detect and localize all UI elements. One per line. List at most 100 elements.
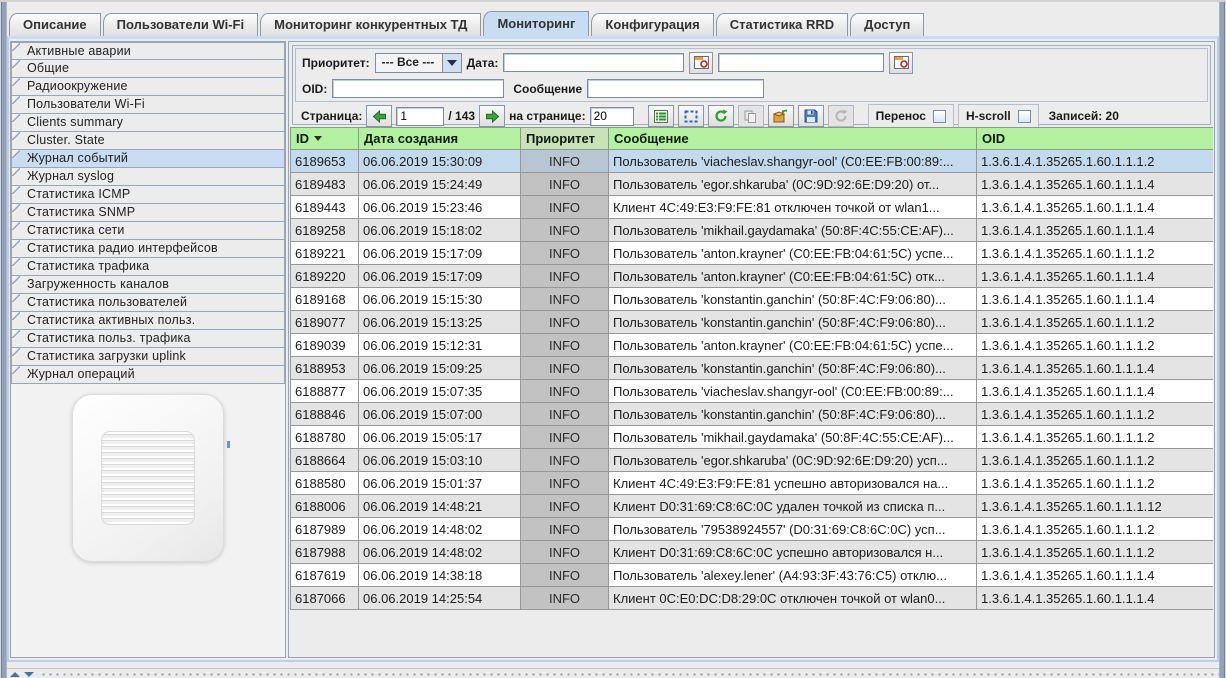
sidebar-item[interactable]: Загруженность каналов [11, 276, 285, 294]
per-page-input[interactable] [590, 107, 634, 126]
table-row[interactable]: 618925806.06.2019 15:18:02INFOПользовате… [291, 219, 1214, 242]
table-row[interactable]: 618878006.06.2019 15:05:17INFOПользовате… [291, 426, 1214, 449]
export-button[interactable] [768, 105, 794, 127]
date-to-input[interactable] [718, 53, 884, 72]
sidebar-item[interactable]: Статистика SNMP [11, 204, 285, 222]
split-expand-down-icon[interactable] [24, 672, 34, 677]
tab-item[interactable]: Мониторинг конкурентных ТД [260, 13, 481, 36]
cell-message: Пользователь 'anton.krayner' (C0:EE:FB:0… [609, 242, 977, 265]
table-row[interactable]: 618922106.06.2019 15:17:09INFOПользовате… [291, 242, 1214, 265]
table-row[interactable]: 618944306.06.2019 15:23:46INFOКлиент 4C:… [291, 196, 1214, 219]
table-row[interactable]: 618903906.06.2019 15:12:31INFOПользовате… [291, 334, 1214, 357]
column-header-priority[interactable]: Приоритет [521, 128, 609, 150]
sidebar-item[interactable]: Журнал операций [11, 366, 285, 384]
cell-message: Клиент 4C:49:E3:F9:FE:81 успешно авториз… [609, 472, 977, 495]
selection-mode-button[interactable] [678, 105, 704, 127]
table-row[interactable]: 618922006.06.2019 15:17:09INFOПользовате… [291, 265, 1214, 288]
device-grille [101, 431, 195, 525]
cell-priority: INFO [521, 334, 609, 357]
cell-priority: INFO [521, 196, 609, 219]
sidebar-item[interactable]: Статистика радио интерфейсов [11, 240, 285, 258]
table-row[interactable]: 618706606.06.2019 14:25:54INFOКлиент 0C:… [291, 587, 1214, 610]
page-input[interactable] [396, 107, 444, 126]
cell-oid: 1.3.6.1.4.1.35265.1.60.1.1.1.4 [977, 288, 1214, 311]
tab-item[interactable]: Пользователи Wi-Fi [103, 13, 258, 36]
sidebar-item[interactable]: Статистика сети [11, 222, 285, 240]
refresh-secondary-button[interactable] [828, 105, 854, 127]
table-row[interactable]: 618907706.06.2019 15:13:25INFOПользовате… [291, 311, 1214, 334]
page-prev-button[interactable] [366, 105, 392, 127]
column-header-message[interactable]: Сообщение [609, 128, 977, 150]
sidebar-item[interactable]: Пользователи Wi-Fi [11, 96, 285, 114]
table-row[interactable]: 618884606.06.2019 15:07:00INFOПользовате… [291, 403, 1214, 426]
table-row[interactable]: 618948306.06.2019 15:24:49INFOПользовате… [291, 173, 1214, 196]
sidebar-item[interactable]: Активные аварии [11, 42, 285, 60]
cell-date: 06.06.2019 15:18:02 [359, 219, 521, 242]
cell-message: Пользователь 'egor.shkaruba' (0C:9D:92:6… [609, 449, 977, 472]
table-row[interactable]: 618761906.06.2019 14:38:18INFOПользовате… [291, 564, 1214, 587]
cell-id: 6188780 [291, 426, 359, 449]
date-label: Дата: [467, 56, 499, 70]
sidebar-item[interactable]: Статистика активных польз. [11, 312, 285, 330]
copy-button[interactable] [738, 105, 764, 127]
sidebar-item[interactable]: Статистика пользователей [11, 294, 285, 312]
oid-input[interactable] [332, 79, 504, 98]
sidebar-item[interactable]: Clients summary [11, 114, 285, 132]
tab-bar: ОписаниеПользователи Wi-FiМониторинг кон… [9, 10, 1218, 36]
sidebar-item[interactable]: Статистика ICMP [11, 186, 285, 204]
tab-item[interactable]: Мониторинг [483, 11, 589, 36]
priority-select[interactable]: --- Все --- [375, 53, 462, 73]
date-from-input[interactable] [503, 53, 684, 72]
table-row[interactable]: 618798806.06.2019 14:48:02INFOКлиент D0:… [291, 541, 1214, 564]
cell-oid: 1.3.6.1.4.1.35265.1.60.1.1.1.4 [977, 564, 1214, 587]
table-row[interactable]: 618916806.06.2019 15:15:30INFOПользовате… [291, 288, 1214, 311]
sidebar-item[interactable]: Журнал событий [11, 150, 285, 168]
sidebar-item[interactable]: Журнал syslog [11, 168, 285, 186]
column-list-button[interactable] [648, 105, 674, 127]
cell-oid: 1.3.6.1.4.1.35265.1.60.1.1.1.4 [977, 173, 1214, 196]
sidebar-item[interactable]: Cluster. State [11, 132, 285, 150]
sidebar-item[interactable]: Общие [11, 60, 285, 78]
cell-priority: INFO [521, 403, 609, 426]
split-expand-up-icon[interactable] [10, 672, 20, 677]
column-header-date[interactable]: Дата создания [359, 128, 521, 150]
tab-item[interactable]: Статистика RRD [716, 13, 848, 36]
cell-oid: 1.3.6.1.4.1.35265.1.60.1.1.1.4 [977, 219, 1214, 242]
message-input[interactable] [587, 79, 764, 98]
column-header-id[interactable]: ID [291, 128, 359, 150]
hscroll-checkbox[interactable] [1018, 110, 1031, 123]
cell-id: 6187988 [291, 541, 359, 564]
table-row[interactable]: 618895306.06.2019 15:09:25INFOПользовате… [291, 357, 1214, 380]
table-row[interactable]: 618798906.06.2019 14:48:02INFOПользовате… [291, 518, 1214, 541]
table-row[interactable]: 618858006.06.2019 15:01:37INFOКлиент 4C:… [291, 472, 1214, 495]
cell-priority: INFO [521, 242, 609, 265]
chevron-down-icon[interactable] [442, 54, 461, 72]
cell-date: 06.06.2019 14:25:54 [359, 587, 521, 610]
table-row[interactable]: 618887706.06.2019 15:07:35INFOПользовате… [291, 380, 1214, 403]
sidebar-item[interactable]: Статистика трафика [11, 258, 285, 276]
cell-message: Пользователь 'anton.krayner' (C0:EE:FB:0… [609, 265, 977, 288]
table-row[interactable]: 618965306.06.2019 15:30:09INFOПользовате… [291, 150, 1214, 173]
cell-date: 06.06.2019 15:17:09 [359, 242, 521, 265]
cell-oid: 1.3.6.1.4.1.35265.1.60.1.1.1.2 [977, 449, 1214, 472]
tab-item[interactable]: Конфигурация [591, 13, 713, 36]
splitter-handle[interactable] [40, 672, 1222, 677]
page-next-button[interactable] [479, 105, 505, 127]
tab-item[interactable]: Описание [9, 13, 101, 36]
save-button[interactable] [798, 105, 824, 127]
sidebar-item[interactable]: Радиоокружение [11, 78, 285, 96]
table-row[interactable]: 618866406.06.2019 15:03:10INFOПользовате… [291, 449, 1214, 472]
bottom-splitter[interactable] [0, 668, 1226, 678]
cell-message: Пользователь 'mikhail.gaydamaka' (50:8F:… [609, 426, 977, 449]
sidebar-item[interactable]: Статистика загрузки uplink [11, 348, 285, 366]
cell-date: 06.06.2019 14:48:02 [359, 518, 521, 541]
refresh-button[interactable] [708, 105, 734, 127]
cell-id: 6189221 [291, 242, 359, 265]
sidebar-item[interactable]: Статистика польз. трафика [11, 330, 285, 348]
tab-item[interactable]: Доступ [850, 13, 924, 36]
table-row[interactable]: 618800606.06.2019 14:48:21INFOКлиент D0:… [291, 495, 1214, 518]
wrap-checkbox[interactable] [933, 110, 946, 123]
column-header-oid[interactable]: OID [977, 128, 1214, 150]
date-to-calendar-button[interactable] [889, 52, 913, 74]
date-from-calendar-button[interactable] [689, 52, 713, 74]
